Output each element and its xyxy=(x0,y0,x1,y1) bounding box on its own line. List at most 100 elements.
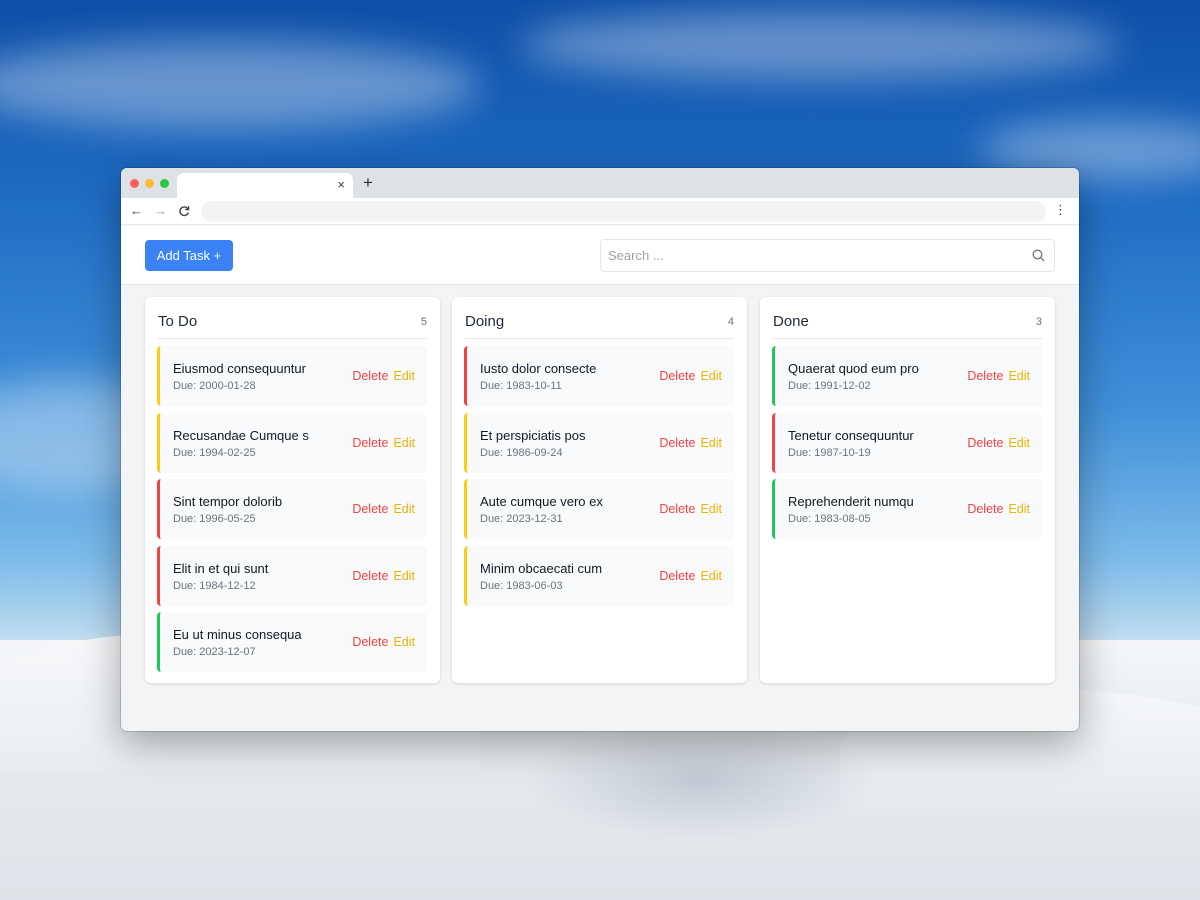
edit-button[interactable]: Edit xyxy=(393,369,415,383)
column-header: Doing 4 xyxy=(465,297,734,339)
task-due-date: Due: 1983-06-03 xyxy=(480,579,563,592)
task-title: Minim obcaecati cum xyxy=(480,560,603,576)
edit-button[interactable]: Edit xyxy=(393,436,415,450)
task-card[interactable]: Iusto dolor consecte Due: 1983-10-11 Delet… xyxy=(464,346,734,406)
delete-button[interactable]: Delete xyxy=(659,569,695,583)
task-title: Iusto dolor consecte xyxy=(480,361,597,376)
edit-button[interactable]: Edit xyxy=(700,369,722,383)
task-actions: Delete Edit xyxy=(352,569,415,583)
task-due-date: Due: 1984-12-12 xyxy=(173,579,256,592)
search-input[interactable] xyxy=(601,240,1021,271)
task-title: Eu ut minus consequa xyxy=(173,627,302,642)
delete-button[interactable]: Delete xyxy=(967,436,1003,450)
task-title: Elit in et qui sunt xyxy=(173,560,269,576)
column-title: Doing xyxy=(465,313,505,330)
task-card[interactable]: Quaerat quod eum pro Due: 1991-12-02 Delet… xyxy=(772,346,1042,406)
new-tab-icon[interactable]: + xyxy=(363,174,373,192)
task-title: Et perspiciatis pos xyxy=(480,427,586,443)
task-due-date: Due: 2023-12-31 xyxy=(480,513,563,525)
task-actions: Delete Edit xyxy=(659,436,722,450)
task-actions: Delete Edit xyxy=(352,369,415,383)
task-due-date: Due: 1994-02-25 xyxy=(173,446,256,459)
task-card[interactable]: Eiusmod consequuntur Due: 2000-01-28 Delet… xyxy=(157,346,427,406)
delete-button[interactable]: Delete xyxy=(352,436,388,450)
edit-button[interactable]: Edit xyxy=(393,569,415,583)
task-title: Tenetur consequuntur xyxy=(788,427,914,443)
task-actions: Delete Edit xyxy=(659,569,722,583)
delete-button[interactable]: Delete xyxy=(967,502,1003,516)
task-card[interactable]: Minim obcaecati cum Due: 1983-06-03 Delete… xyxy=(464,545,734,606)
task-title: Recusandae Cumque s xyxy=(173,427,309,443)
delete-button[interactable]: Delete xyxy=(352,569,388,583)
task-card[interactable]: Et perspiciatis pos Due: 1986-09-24 Delete… xyxy=(464,412,734,473)
sky-cloud xyxy=(0,40,480,130)
window-maximize-button[interactable] xyxy=(160,179,169,188)
add-task-button[interactable]: Add Task + xyxy=(145,240,233,271)
edit-button[interactable]: Edit xyxy=(700,569,722,583)
task-actions: Delete Edit xyxy=(967,436,1030,450)
search-icon[interactable] xyxy=(1032,249,1045,262)
task-actions: Delete Edit xyxy=(659,369,722,383)
edit-button[interactable]: Edit xyxy=(393,502,415,516)
column-doing: Doing 4 Iusto dolor consecte Due: 1983-10… xyxy=(452,297,747,683)
delete-button[interactable]: Delete xyxy=(659,369,695,383)
column-header: To Do 5 xyxy=(158,297,427,339)
task-due-date: Due: 1987-10-19 xyxy=(788,446,871,459)
task-card[interactable]: Aute cumque vero ex Due: 2023-12-31 Delete… xyxy=(464,479,734,539)
sky-cloud xyxy=(520,10,1120,80)
delete-button[interactable]: Delete xyxy=(659,436,695,450)
card-list: Iusto dolor consecte Due: 1983-10-11 Delet… xyxy=(464,346,734,612)
column-count: 4 xyxy=(727,316,734,328)
column-done: Done 3 Quaerat quod eum pro Due: 1991-12-… xyxy=(760,297,1055,683)
task-actions: Delete Edit xyxy=(352,502,415,516)
edit-button[interactable]: Edit xyxy=(700,436,722,450)
task-title: Aute cumque vero ex xyxy=(480,494,603,509)
column-count: 3 xyxy=(1035,316,1042,328)
close-icon[interactable]: × xyxy=(337,177,345,193)
kebab-menu-icon[interactable]: ⋮ xyxy=(1054,202,1067,218)
app-header: Add Task + xyxy=(121,226,1079,285)
task-card[interactable]: Tenetur consequuntur Due: 1987-10-19 Delet… xyxy=(772,412,1042,473)
card-list: Eiusmod consequuntur Due: 2000-01-28 Delet… xyxy=(157,346,427,679)
task-title: Quaerat quod eum pro xyxy=(788,361,919,376)
task-title: Eiusmod consequuntur xyxy=(173,361,306,376)
task-title: Reprehenderit numqu xyxy=(788,494,914,509)
column-count: 5 xyxy=(420,316,427,328)
address-bar[interactable] xyxy=(201,201,1046,222)
edit-button[interactable]: Edit xyxy=(700,502,722,516)
column-to-do: To Do 5 Eiusmod consequuntur Due: 2000-01… xyxy=(145,297,440,683)
task-due-date: Due: 1986-09-24 xyxy=(480,446,563,459)
task-card[interactable]: Recusandae Cumque s Due: 1994-02-25 Delete… xyxy=(157,412,427,473)
delete-button[interactable]: Delete xyxy=(352,635,388,649)
column-title: Done xyxy=(773,313,809,330)
edit-button[interactable]: Edit xyxy=(393,635,415,649)
dune-shadow xyxy=(520,720,880,840)
back-arrow-icon[interactable]: ← xyxy=(130,203,143,219)
task-card[interactable]: Reprehenderit numqu Due: 1983-08-05 Delete… xyxy=(772,479,1042,539)
window-close-button[interactable] xyxy=(130,179,139,188)
task-card[interactable]: Elit in et qui sunt Due: 1984-12-12 Delete… xyxy=(157,545,427,606)
delete-button[interactable]: Delete xyxy=(659,502,695,516)
reload-icon[interactable] xyxy=(178,203,190,221)
search-box xyxy=(600,239,1055,272)
task-due-date: Due: 1996-05-25 xyxy=(173,513,256,525)
delete-button[interactable]: Delete xyxy=(967,369,1003,383)
browser-tab[interactable]: × xyxy=(177,173,353,198)
column-header: Done 3 xyxy=(773,297,1042,339)
forward-arrow-icon[interactable]: → xyxy=(154,203,167,219)
task-card[interactable]: Eu ut minus consequa Due: 2023-12-07 Delet… xyxy=(157,612,427,672)
task-due-date: Due: 2023-12-07 xyxy=(173,646,256,658)
task-actions: Delete Edit xyxy=(967,369,1030,383)
task-actions: Delete Edit xyxy=(352,635,415,649)
task-due-date: Due: 1991-12-02 xyxy=(788,380,871,392)
edit-button[interactable]: Edit xyxy=(1008,502,1030,516)
column-title: To Do xyxy=(158,313,198,330)
window-minimize-button[interactable] xyxy=(145,179,154,188)
delete-button[interactable]: Delete xyxy=(352,369,388,383)
browser-window: × + ← → ⋮ Add Task + To Do 5 xyxy=(121,168,1079,731)
tab-bar: × + xyxy=(121,168,1079,198)
delete-button[interactable]: Delete xyxy=(352,502,388,516)
edit-button[interactable]: Edit xyxy=(1008,369,1030,383)
task-card[interactable]: Sint tempor dolorib Due: 1996-05-25 Delete… xyxy=(157,479,427,539)
edit-button[interactable]: Edit xyxy=(1008,436,1030,450)
